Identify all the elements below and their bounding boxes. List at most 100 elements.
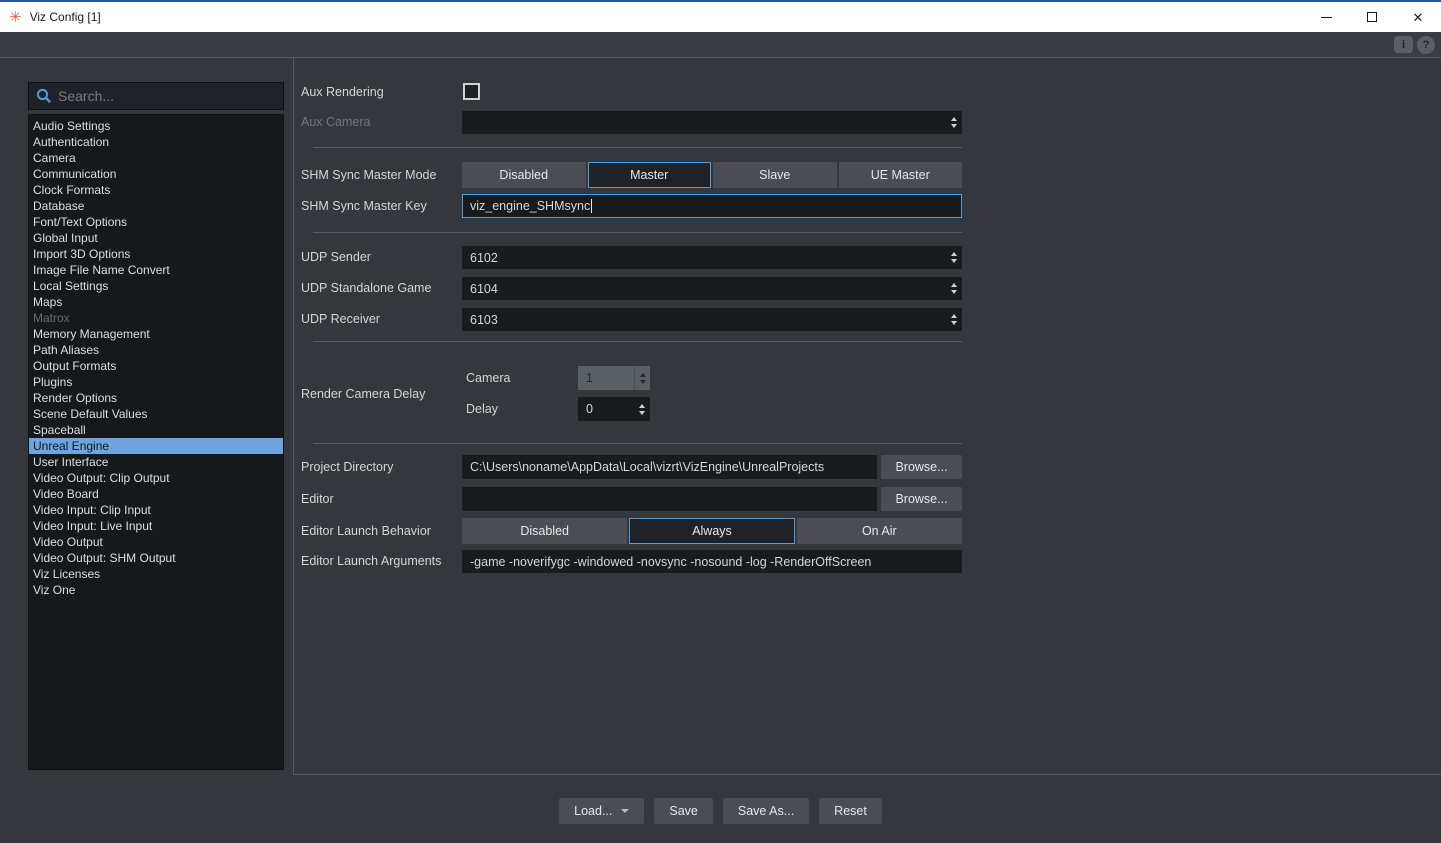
sidebar-item-path-aliases[interactable]: Path Aliases [29, 342, 283, 358]
toolbar: i ? [0, 32, 1441, 58]
aux-camera-label: Aux Camera [301, 111, 370, 134]
separator [313, 341, 962, 342]
aux-rendering-checkbox[interactable] [463, 83, 480, 100]
editor-launch-arguments-value: -game -noverifygc -windowed -novsync -no… [470, 555, 871, 569]
editor-launch-behavior-option-disabled[interactable]: Disabled [462, 518, 627, 544]
udp-receiver-value: 6103 [462, 313, 946, 327]
vizrt-logo-icon: ✳ [9, 10, 22, 25]
sidebar-item-authentication[interactable]: Authentication [29, 134, 283, 150]
udp-standalone-game-label: UDP Standalone Game [301, 277, 431, 300]
delay-value: 0 [578, 402, 634, 416]
spinner-arrows[interactable] [634, 397, 650, 421]
shm-sync-master-key-value: viz_engine_SHMsync [470, 199, 590, 213]
spinner-arrows[interactable] [946, 308, 962, 331]
sidebar-item-output-formats[interactable]: Output Formats [29, 358, 283, 374]
info-icon[interactable]: i [1394, 36, 1413, 53]
camera-spinner[interactable]: 1 [578, 366, 650, 390]
udp-receiver-label: UDP Receiver [301, 308, 380, 331]
spinner-arrows[interactable] [946, 246, 962, 269]
settings-category-list: Audio SettingsAuthenticationCameraCommun… [28, 114, 284, 770]
sidebar-item-database[interactable]: Database [29, 198, 283, 214]
titlebar: ✳ Viz Config [1] ✕ [0, 2, 1441, 32]
sidebar-item-scene-default-values[interactable]: Scene Default Values [29, 406, 283, 422]
shm-sync-master-mode-label: SHM Sync Master Mode [301, 162, 436, 188]
udp-receiver-spinner[interactable]: 6103 [462, 308, 962, 331]
search-box[interactable] [28, 82, 284, 110]
sidebar-item-local-settings[interactable]: Local Settings [29, 278, 283, 294]
sidebar-item-video-output-clip-output[interactable]: Video Output: Clip Output [29, 470, 283, 486]
shm-sync-master-mode-option-master[interactable]: Master [588, 162, 712, 188]
shm-sync-master-key-label: SHM Sync Master Key [301, 194, 427, 218]
project-directory-browse-button[interactable]: Browse... [881, 455, 962, 479]
save-button[interactable]: Save [654, 798, 713, 824]
sidebar-item-image-file-name-convert[interactable]: Image File Name Convert [29, 262, 283, 278]
editor-label: Editor [301, 487, 334, 511]
reset-button[interactable]: Reset [819, 798, 882, 824]
project-directory-label: Project Directory [301, 455, 393, 479]
udp-standalone-game-spinner[interactable]: 6104 [462, 277, 962, 300]
shm-sync-master-mode-option-disabled[interactable]: Disabled [462, 162, 586, 188]
window-title: Viz Config [1] [30, 10, 101, 24]
chevron-down-icon [621, 809, 629, 813]
separator [313, 147, 962, 148]
sidebar-item-video-output-shm-output[interactable]: Video Output: SHM Output [29, 550, 283, 566]
maximize-button[interactable] [1349, 2, 1395, 32]
shm-sync-master-mode-group: DisabledMasterSlaveUE Master [462, 162, 962, 188]
close-icon: ✕ [1413, 11, 1424, 24]
udp-sender-value: 6102 [462, 251, 946, 265]
sidebar-item-matrox[interactable]: Matrox [29, 310, 283, 326]
delay-spinner[interactable]: 0 [578, 397, 650, 421]
aux-rendering-label: Aux Rendering [301, 82, 384, 102]
editor-launch-behavior-option-on-air[interactable]: On Air [797, 518, 962, 544]
sidebar-item-spaceball[interactable]: Spaceball [29, 422, 283, 438]
text-caret [591, 199, 592, 213]
sidebar-item-render-options[interactable]: Render Options [29, 390, 283, 406]
panel-left-border [293, 57, 294, 774]
panel-bottom-border [293, 774, 1441, 775]
render-camera-delay-label: Render Camera Delay [301, 366, 425, 421]
sidebar-item-user-interface[interactable]: User Interface [29, 454, 283, 470]
sidebar-item-clock-formats[interactable]: Clock Formats [29, 182, 283, 198]
search-input[interactable] [58, 88, 283, 104]
spinner-arrows[interactable] [946, 111, 962, 134]
sidebar-item-audio-settings[interactable]: Audio Settings [29, 118, 283, 134]
spinner-arrows[interactable] [634, 366, 650, 390]
editor-input[interactable] [462, 487, 877, 511]
udp-sender-spinner[interactable]: 6102 [462, 246, 962, 269]
editor-launch-behavior-option-always[interactable]: Always [629, 518, 794, 544]
aux-camera-spinner[interactable] [462, 111, 962, 134]
sidebar-item-viz-one[interactable]: Viz One [29, 582, 283, 598]
help-icon[interactable]: ? [1417, 36, 1435, 54]
maximize-icon [1367, 12, 1377, 22]
sidebar-item-viz-licenses[interactable]: Viz Licenses [29, 566, 283, 582]
editor-browse-button[interactable]: Browse... [881, 487, 962, 511]
shm-sync-master-mode-option-ue-master[interactable]: UE Master [839, 162, 963, 188]
shm-sync-master-key-input[interactable]: viz_engine_SHMsync [462, 194, 962, 218]
sidebar-item-plugins[interactable]: Plugins [29, 374, 283, 390]
editor-launch-behavior-group: DisabledAlwaysOn Air [462, 518, 962, 544]
sidebar-item-font-text-options[interactable]: Font/Text Options [29, 214, 283, 230]
camera-value: 1 [578, 371, 634, 385]
sidebar-item-maps[interactable]: Maps [29, 294, 283, 310]
delay-label: Delay [466, 397, 498, 421]
sidebar-item-video-input-live-input[interactable]: Video Input: Live Input [29, 518, 283, 534]
save-as-button[interactable]: Save As... [723, 798, 809, 824]
shm-sync-master-mode-option-slave[interactable]: Slave [713, 162, 837, 188]
sidebar-item-camera[interactable]: Camera [29, 150, 283, 166]
project-directory-value: C:\Users\noname\AppData\Local\vizrt\VizE… [470, 460, 824, 474]
sidebar-item-communication[interactable]: Communication [29, 166, 283, 182]
sidebar-item-unreal-engine[interactable]: Unreal Engine [29, 438, 283, 454]
sidebar-item-memory-management[interactable]: Memory Management [29, 326, 283, 342]
sidebar-item-video-input-clip-input[interactable]: Video Input: Clip Input [29, 502, 283, 518]
sidebar-item-import-3d-options[interactable]: Import 3D Options [29, 246, 283, 262]
sidebar-item-video-board[interactable]: Video Board [29, 486, 283, 502]
sidebar-item-global-input[interactable]: Global Input [29, 230, 283, 246]
close-button[interactable]: ✕ [1395, 2, 1441, 32]
project-directory-input[interactable]: C:\Users\noname\AppData\Local\vizrt\VizE… [462, 455, 877, 479]
editor-launch-arguments-input[interactable]: -game -noverifygc -windowed -novsync -no… [462, 550, 962, 573]
load-button[interactable]: Load... [559, 798, 644, 824]
minimize-button[interactable] [1303, 2, 1349, 32]
search-icon [36, 88, 52, 104]
spinner-arrows[interactable] [946, 277, 962, 300]
sidebar-item-video-output[interactable]: Video Output [29, 534, 283, 550]
